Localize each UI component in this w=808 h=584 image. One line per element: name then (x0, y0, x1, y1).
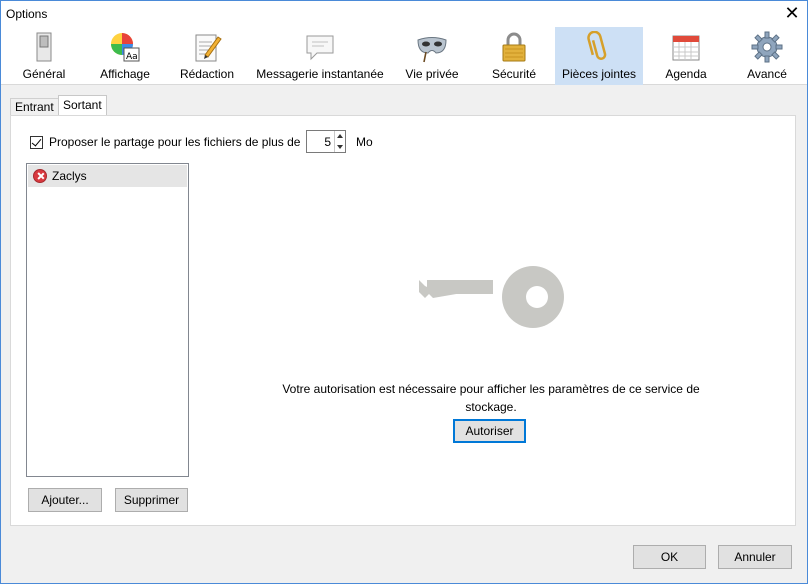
padlock-icon (502, 32, 526, 62)
pane-label: Messagerie instantanée (256, 67, 384, 81)
pane-composition[interactable]: Rédaction (171, 27, 243, 85)
pane-security[interactable]: Sécurité (479, 27, 549, 85)
key-icon (419, 266, 564, 328)
paperclip-icon (587, 31, 607, 60)
title-bar: Options ✕ (1, 1, 807, 27)
pane-label: Pièces jointes (561, 67, 637, 81)
threshold-unit: Mo (356, 135, 373, 149)
chat-bubble-icon (306, 35, 334, 61)
pane-attachments[interactable]: Pièces jointes (555, 27, 643, 85)
account-name: Zaclys (52, 169, 87, 183)
pane-label: Agenda (665, 67, 707, 81)
pane-label: Sécurité (491, 67, 537, 81)
stepper-down-icon[interactable] (337, 145, 343, 149)
offer-share-label: Proposer le partage pour les fichiers de… (49, 135, 301, 149)
outgoing-panel: Proposer le partage pour les fichiers de… (10, 115, 796, 526)
preferences-toolbar: Général Aa Affichage Rédaction Messageri… (1, 27, 807, 85)
threshold-stepper[interactable]: 5 (306, 130, 346, 153)
pane-label: Vie privée (405, 67, 459, 81)
threshold-value: 5 (324, 135, 331, 149)
pane-calendar[interactable]: Agenda (651, 27, 721, 85)
window-title: Options (6, 7, 48, 21)
pane-label: Général (22, 67, 66, 81)
pane-general[interactable]: Général (9, 27, 79, 85)
notepad-pencil-icon (195, 34, 222, 62)
cancel-button[interactable]: Annuler (718, 545, 792, 569)
authorization-message: Votre autorisation est nécessaire pour a… (282, 382, 700, 414)
authorize-button[interactable]: Autoriser (453, 419, 526, 443)
storage-account-list[interactable]: Zaclys (26, 163, 189, 477)
tab-incoming[interactable]: Entrant (10, 98, 59, 116)
add-button[interactable]: Ajouter... (28, 488, 102, 512)
pane-display[interactable]: Aa Affichage (87, 27, 163, 85)
ok-button[interactable]: OK (633, 545, 706, 569)
pane-chat[interactable]: Messagerie instantanée (253, 27, 387, 85)
options-dialog: Options ✕ Général Aa Affichage Rédaction… (0, 0, 808, 584)
pane-label: Rédaction (179, 67, 235, 81)
offer-share-checkbox[interactable] (30, 136, 43, 149)
tab-outgoing[interactable]: Sortant (58, 95, 107, 116)
calendar-icon (672, 35, 700, 61)
close-icon[interactable]: ✕ (777, 1, 807, 27)
switch-icon (36, 32, 52, 62)
pane-advanced[interactable]: Avancé (733, 27, 801, 85)
gear-icon (751, 31, 783, 63)
error-icon (33, 169, 47, 183)
svg-text:Aa: Aa (126, 52, 138, 62)
pane-label: Affichage (100, 67, 150, 81)
list-item[interactable]: Zaclys (28, 165, 187, 187)
stepper-up-icon[interactable] (337, 134, 343, 138)
stepper-arrows[interactable] (334, 131, 345, 152)
pane-label: Avancé (747, 67, 787, 81)
color-wheel-icon: Aa (111, 33, 140, 62)
pane-privacy[interactable]: Vie privée (397, 27, 467, 85)
remove-button[interactable]: Supprimer (115, 488, 188, 512)
mask-icon (417, 37, 447, 63)
